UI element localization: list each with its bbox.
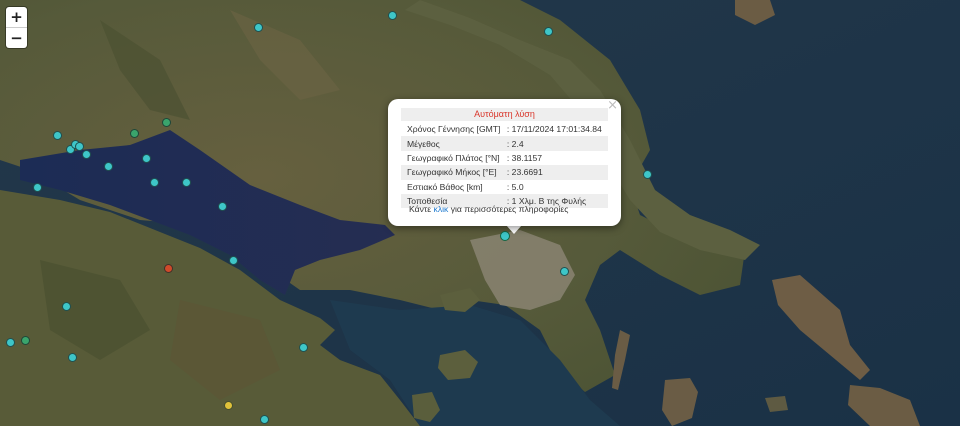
close-icon[interactable]: × bbox=[607, 99, 618, 113]
earthquake-marker[interactable] bbox=[82, 150, 91, 159]
zoom-out-button[interactable]: − bbox=[6, 27, 27, 48]
more-info-prefix: Κάντε bbox=[409, 204, 434, 214]
zoom-in-button[interactable]: + bbox=[6, 7, 27, 27]
row-value: : 23.6691 bbox=[506, 165, 608, 180]
table-row: Γεωγραφικό Πλάτος [°N] : 38.1157 bbox=[401, 151, 608, 165]
row-label: Μέγεθος bbox=[401, 136, 507, 151]
earthquake-marker[interactable] bbox=[53, 131, 62, 140]
map[interactable]: + − × Αυτόματη λύση Χρόνος Γέννησης [GMT… bbox=[0, 0, 960, 426]
earthquake-popup: × Αυτόματη λύση Χρόνος Γέννησης [GMT] : … bbox=[388, 99, 621, 226]
earthquake-marker[interactable] bbox=[299, 343, 308, 352]
popup-tip bbox=[506, 225, 522, 234]
row-value: : 17/11/2024 17:01:34.84 bbox=[506, 124, 602, 135]
earthquake-marker[interactable] bbox=[218, 202, 227, 211]
earthquake-marker[interactable] bbox=[130, 129, 139, 138]
earthquake-marker[interactable] bbox=[224, 401, 233, 410]
earthquake-marker[interactable] bbox=[104, 162, 113, 171]
earthquake-marker[interactable] bbox=[33, 183, 42, 192]
earthquake-marker[interactable] bbox=[260, 415, 269, 424]
earthquake-marker[interactable] bbox=[162, 118, 171, 127]
popup-title: Αυτόματη λύση bbox=[401, 108, 608, 121]
more-info-text: Κάντε κλικ για περισσότερες πληροφορίες bbox=[409, 204, 568, 214]
table-row: Γεωγραφικό Μήκος [°E] : 23.6691 bbox=[401, 165, 608, 180]
earthquake-marker[interactable] bbox=[62, 302, 71, 311]
earthquake-marker[interactable] bbox=[21, 336, 30, 345]
earthquake-marker[interactable] bbox=[150, 178, 159, 187]
row-value: : 5.0 bbox=[506, 181, 524, 192]
earthquake-marker[interactable] bbox=[75, 142, 84, 151]
row-label: Γεωγραφικό Μήκος [°E] bbox=[401, 165, 507, 180]
earthquake-marker[interactable] bbox=[182, 178, 191, 187]
earthquake-marker[interactable] bbox=[388, 11, 397, 20]
earthquake-marker[interactable] bbox=[164, 264, 173, 273]
earthquake-marker[interactable] bbox=[229, 256, 238, 265]
earthquake-marker[interactable] bbox=[68, 353, 77, 362]
table-row: Εστιακό Βάθος [km] : 5.0 bbox=[401, 180, 608, 194]
earthquake-marker[interactable] bbox=[6, 338, 15, 347]
earthquake-marker[interactable] bbox=[142, 154, 151, 163]
zoom-control: + − bbox=[6, 7, 27, 48]
more-info-link[interactable]: κλικ bbox=[434, 204, 449, 214]
table-row: Μέγεθος : 2.4 bbox=[401, 136, 608, 151]
row-value: : 2.4 bbox=[506, 136, 608, 151]
row-value: : 38.1157 bbox=[506, 152, 543, 163]
earthquake-marker[interactable] bbox=[254, 23, 263, 32]
table-row: Χρόνος Γέννησης [GMT] : 17/11/2024 17:01… bbox=[401, 122, 608, 136]
row-label: Χρόνος Γέννησης [GMT] bbox=[407, 124, 501, 135]
popup-details-table: Χρόνος Γέννησης [GMT] : 17/11/2024 17:01… bbox=[401, 122, 608, 209]
earthquake-marker[interactable] bbox=[643, 170, 652, 179]
row-label: Γεωγραφικό Πλάτος [°N] bbox=[407, 152, 500, 163]
earthquake-marker[interactable] bbox=[560, 267, 569, 276]
row-label: Εστιακό Βάθος [km] bbox=[407, 181, 483, 192]
earthquake-marker[interactable] bbox=[544, 27, 553, 36]
more-info-suffix: για περισσότερες πληροφορίες bbox=[448, 204, 569, 214]
